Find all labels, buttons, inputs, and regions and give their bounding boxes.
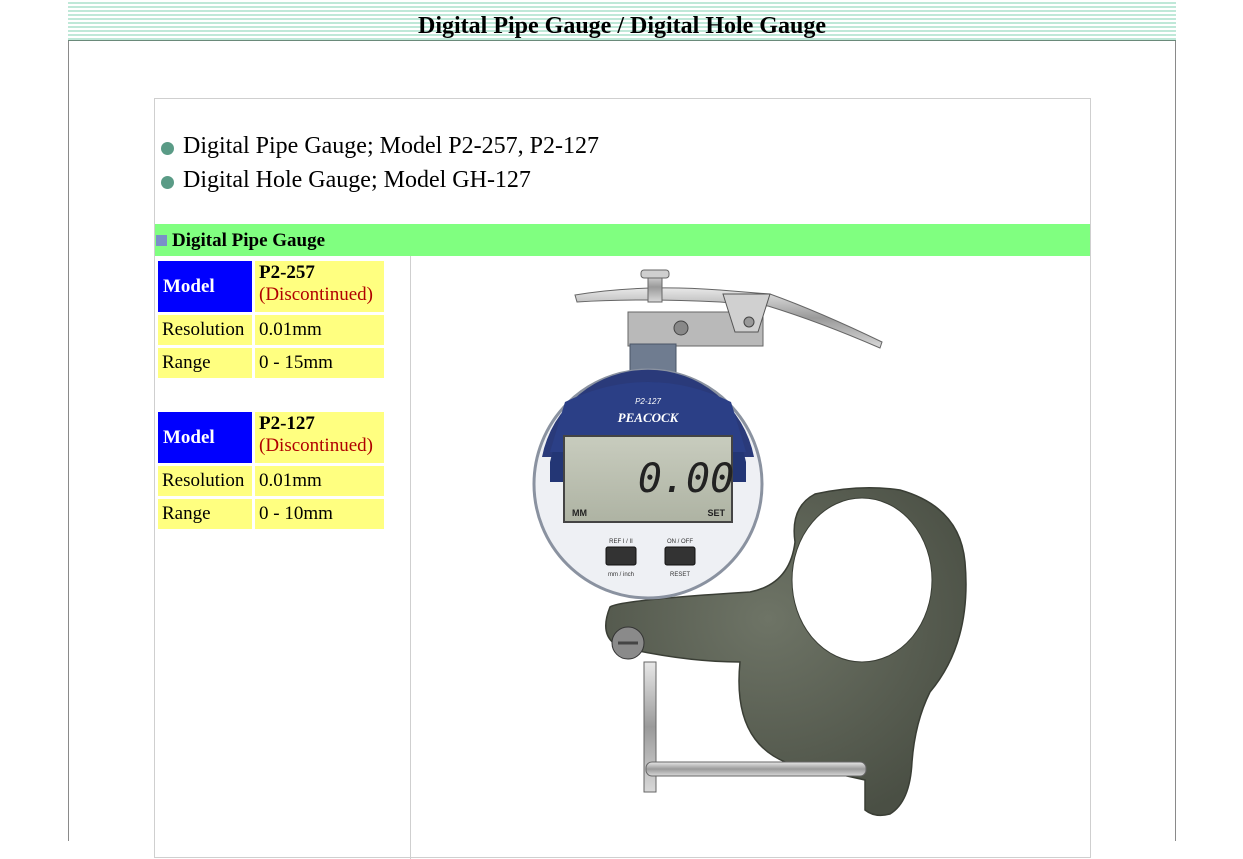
range-value-cell: 0 - 15mm bbox=[255, 348, 384, 378]
range-label-cell: Range bbox=[158, 348, 252, 378]
resolution-label-cell: Resolution bbox=[158, 315, 252, 345]
bullet-text: Digital Hole Gauge; Model GH-127 bbox=[183, 167, 531, 193]
bullet-dot-icon bbox=[161, 142, 174, 155]
list-item: Digital Pipe Gauge; Model P2-257, P2-127 bbox=[161, 129, 599, 163]
anvil-bar bbox=[645, 761, 867, 777]
page-title: Digital Pipe Gauge / Digital Hole Gauge bbox=[418, 13, 826, 39]
lcd-set-label: SET bbox=[707, 508, 725, 518]
onoff-button bbox=[664, 546, 696, 566]
status-text: (Discontinued) bbox=[259, 284, 373, 305]
resolution-label-cell: Resolution bbox=[158, 466, 252, 496]
dial-gauge: P2-127 PEACOCK 0.00 MM SET REF I / II mm… bbox=[532, 368, 764, 600]
product-photo: P2-127 PEACOCK 0.00 MM SET REF I / II mm… bbox=[532, 269, 967, 817]
page-header: Digital Pipe Gauge / Digital Hole Gauge bbox=[68, 0, 1176, 41]
model-name: P2-257 bbox=[259, 262, 315, 283]
resolution-value-cell: 0.01mm bbox=[255, 466, 384, 496]
lcd-reading: 0.00 bbox=[638, 456, 734, 502]
model-value-cell: P2-127 (Discontinued) bbox=[255, 412, 384, 463]
bullet-dot-icon bbox=[161, 176, 174, 189]
section-title: Digital Pipe Gauge bbox=[172, 230, 326, 251]
range-label-cell: Range bbox=[158, 499, 252, 529]
mm-inch-label: mm / inch bbox=[608, 572, 634, 578]
range-value-cell: 0 - 10mm bbox=[255, 499, 384, 529]
ref-button-label: REF I / II bbox=[609, 539, 633, 545]
onoff-button-label: ON / OFF bbox=[667, 539, 693, 545]
bullet-text: Digital Pipe Gauge; Model P2-257, P2-127 bbox=[183, 133, 599, 159]
dial-model-text: P2-127 bbox=[635, 397, 661, 406]
model-label-cell: Model bbox=[158, 261, 252, 312]
model-value-cell: P2-257 (Discontinued) bbox=[255, 261, 384, 312]
ref-button bbox=[605, 546, 637, 566]
lcd-unit-label: MM bbox=[572, 508, 587, 518]
model-bullet-list: Digital Pipe Gauge; Model P2-257, P2-127… bbox=[161, 129, 599, 197]
section-header-bar: Digital Pipe Gauge bbox=[155, 224, 1090, 256]
resolution-value-cell: 0.01mm bbox=[255, 315, 384, 345]
model-name: P2-127 bbox=[259, 413, 315, 434]
section-square-icon bbox=[156, 235, 167, 246]
lever-arm bbox=[574, 269, 883, 349]
column-divider bbox=[410, 256, 411, 859]
status-text: (Discontinued) bbox=[259, 435, 373, 456]
model-label-cell: Model bbox=[158, 412, 252, 463]
list-item: Digital Hole Gauge; Model GH-127 bbox=[161, 163, 599, 197]
brand-logo: PEACOCK bbox=[618, 410, 680, 425]
reset-label: RESET bbox=[670, 572, 690, 578]
